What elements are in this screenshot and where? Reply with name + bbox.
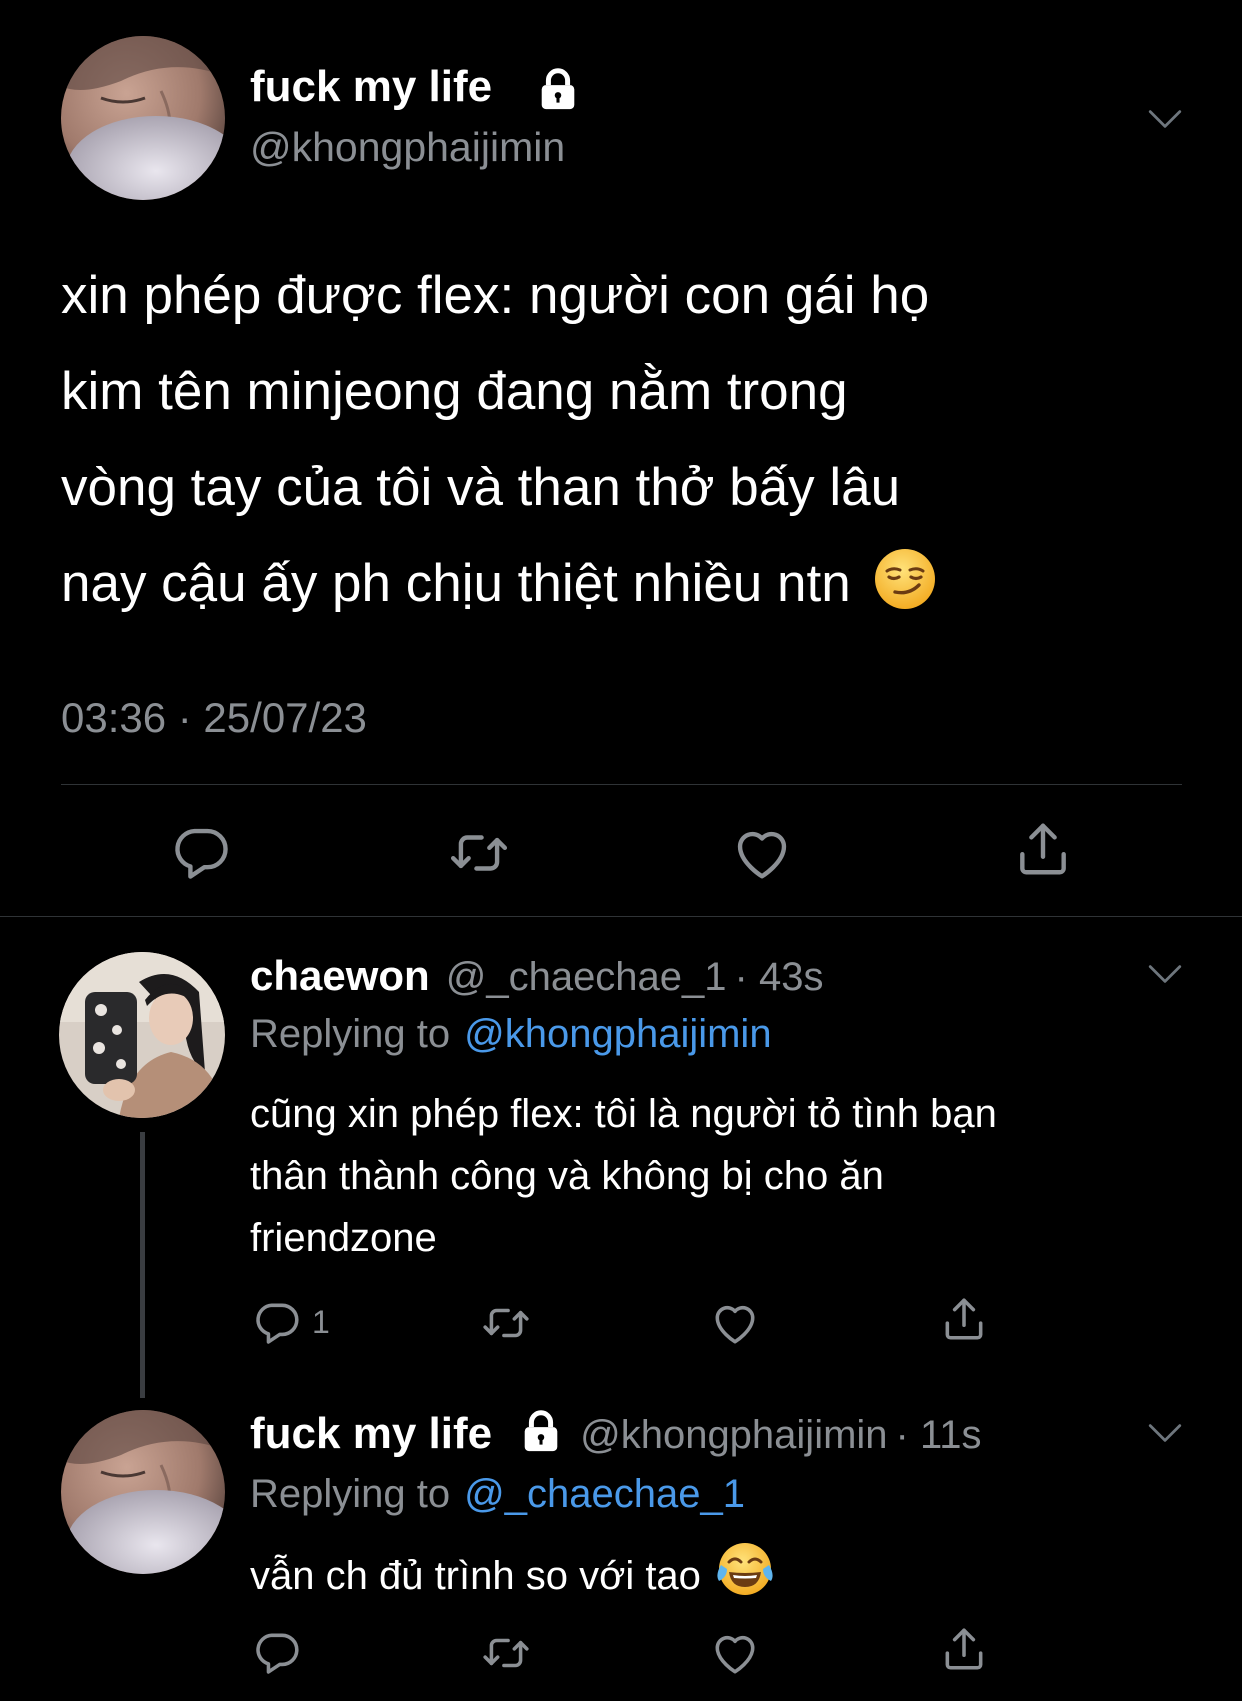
- author-name[interactable]: fuck my life: [250, 62, 492, 112]
- heart-icon[interactable]: [710, 1628, 760, 1678]
- reply-avatar[interactable]: [61, 1410, 225, 1574]
- author-avatar[interactable]: [61, 36, 225, 200]
- chevron-down-icon[interactable]: [1146, 961, 1184, 987]
- reply-text: vẫn ch đủ trình so với tao: [250, 1541, 773, 1615]
- tweet-text: xin phép được flex: người con gái họ kim…: [61, 248, 937, 642]
- lock-icon: [535, 66, 581, 112]
- divider: [61, 784, 1182, 785]
- share-icon[interactable]: [939, 1294, 989, 1344]
- heart-icon[interactable]: [710, 1298, 760, 1348]
- replying-to-link[interactable]: @_chaechae_1: [464, 1472, 745, 1516]
- retweet-icon[interactable]: [481, 1628, 531, 1678]
- heart-icon[interactable]: [731, 822, 793, 884]
- reply-icon[interactable]: [252, 1628, 302, 1678]
- reply-time[interactable]: · 11s: [896, 1413, 982, 1457]
- reply-author-handle[interactable]: @_chaechae_1: [446, 955, 727, 999]
- section-divider: [0, 916, 1242, 917]
- tweet-text-line: xin phép được flex: người con gái họ: [61, 266, 930, 325]
- replying-to-line: Replying to @khongphaijimin: [250, 1012, 772, 1057]
- tweet-timestamp[interactable]: 03:36 · 25/07/23: [61, 694, 367, 742]
- reply-author-name[interactable]: chaewon: [250, 952, 430, 999]
- tweet-text-line-content: nay cậu ấy ph chịu thiệt nhiều ntn: [61, 554, 851, 613]
- chevron-down-icon[interactable]: [1146, 106, 1184, 132]
- reply-time[interactable]: · 43s: [735, 955, 824, 999]
- smirking-face-emoji: [873, 546, 937, 642]
- reply-text-line: friendzone: [250, 1216, 437, 1260]
- retweet-icon[interactable]: [448, 822, 510, 884]
- chevron-down-icon[interactable]: [1146, 1420, 1184, 1446]
- tweet-text-line: vòng tay của tôi và than thở bấy lâu: [61, 458, 901, 517]
- replying-to-prefix: Replying to: [250, 1472, 451, 1516]
- reply-text: cũng xin phép flex: tôi là người tỏ tình…: [250, 1083, 997, 1269]
- replying-to-prefix: Replying to: [250, 1012, 451, 1056]
- reply-author-handle[interactable]: @khongphaijimin: [580, 1413, 887, 1457]
- retweet-icon[interactable]: [481, 1298, 531, 1348]
- reply-text-line: vẫn ch đủ trình so với tao: [250, 1541, 773, 1615]
- reply-author-name[interactable]: fuck my life: [250, 1409, 492, 1458]
- reply-header: fuck my life @khongphaijimin · 11s: [250, 1408, 982, 1459]
- tweet-text-line: nay cậu ấy ph chịu thiệt nhiều ntn: [61, 536, 937, 642]
- author-handle[interactable]: @khongphaijimin: [250, 124, 565, 171]
- thread-connector-line: [140, 1132, 145, 1398]
- share-icon[interactable]: [939, 1624, 989, 1674]
- reply-header: chaewon @_chaechae_1 · 43s: [250, 952, 823, 1000]
- replying-to-link[interactable]: @khongphaijimin: [464, 1012, 771, 1056]
- face-with-tears-of-joy-emoji: [717, 1541, 773, 1615]
- replying-to-line: Replying to @_chaechae_1: [250, 1472, 745, 1517]
- share-icon[interactable]: [1012, 818, 1074, 880]
- reply-avatar[interactable]: [59, 952, 225, 1118]
- lock-icon: [518, 1408, 564, 1454]
- reply-text-line-content: vẫn ch đủ trình so với tao: [250, 1554, 701, 1598]
- reply-text-line: cũng xin phép flex: tôi là người tỏ tình…: [250, 1092, 997, 1136]
- tweet-text-line: kim tên minjeong đang nằm trong: [61, 362, 848, 421]
- reply-icon[interactable]: [170, 822, 232, 884]
- reply-icon[interactable]: [252, 1298, 302, 1348]
- reply-count: 1: [312, 1304, 330, 1340]
- reply-text-line: thân thành công và không bị cho ăn: [250, 1154, 884, 1198]
